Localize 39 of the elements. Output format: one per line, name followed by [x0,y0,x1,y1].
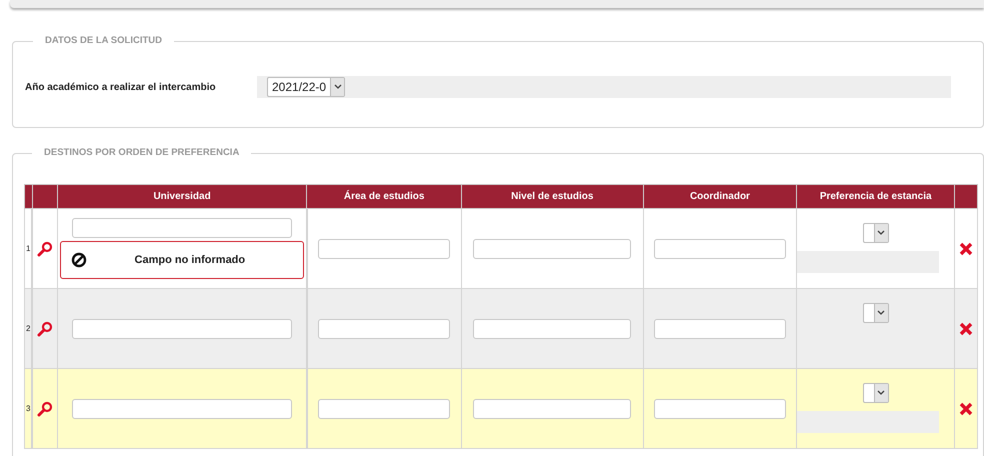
chevron-down-icon [334,84,342,90]
chevron-down-icon [877,310,886,316]
column-header: Nivel de estudios [461,184,644,209]
close-icon[interactable] [959,322,974,336]
search-icon[interactable] [37,320,54,337]
text-field[interactable] [473,318,632,339]
error-text: Campo no informado [134,253,246,268]
column-header: Área de estudios [306,184,462,209]
chevron-down-icon [877,390,886,396]
dropdown[interactable] [862,223,889,244]
text-field[interactable] [72,398,292,419]
text-field[interactable] [72,318,292,339]
close-icon[interactable] [959,402,974,416]
text-field[interactable] [318,398,450,419]
text-field[interactable] [654,238,786,259]
text-field[interactable] [318,318,450,339]
section-legend: DESTINOS POR ORDEN DE PREFERENCIA [32,146,252,160]
text-field[interactable] [473,238,632,259]
dropdown[interactable] [862,383,889,404]
dropdown[interactable]: 2021/22-0 [267,77,346,98]
column-header: Universidad [57,184,307,209]
section-legend: DATOS DE LA SOLICITUD [33,34,174,48]
row-number: 2 [26,324,30,333]
search-icon[interactable] [37,400,54,417]
row-number: 1 [26,244,30,253]
column-header: Coordinador [643,184,797,209]
text-field[interactable] [72,218,292,238]
row-number: 3 [26,404,30,413]
field-label: Año académico a realizar el intercambio [25,80,217,95]
text-field[interactable] [654,318,786,339]
prohibited-icon [70,252,87,268]
dropdown[interactable] [862,303,889,324]
text-field[interactable] [318,238,450,259]
column-header: Preferencia de estancia [796,184,955,209]
search-icon[interactable] [37,240,54,257]
chevron-down-icon [877,230,886,236]
close-icon[interactable] [959,242,974,256]
text-field[interactable] [473,398,632,419]
text-field[interactable] [654,398,786,419]
